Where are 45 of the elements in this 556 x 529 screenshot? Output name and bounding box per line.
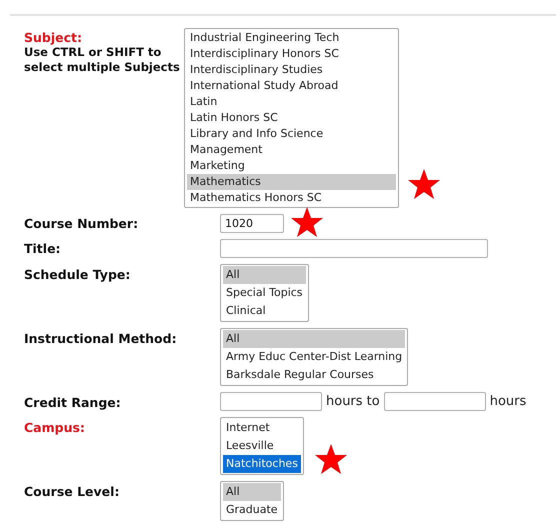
- field-label: Campus:: [24, 419, 86, 435]
- list-option[interactable]: Library and Info Science: [187, 126, 396, 142]
- field-label: Course Number:: [24, 215, 140, 231]
- field-label: Instructional Method:: [24, 330, 178, 346]
- list-option[interactable]: Graduate: [223, 501, 281, 519]
- list-option[interactable]: Latin Honors SC: [187, 110, 396, 126]
- list-option[interactable]: Internet: [223, 419, 301, 437]
- input-field[interactable]: [384, 392, 486, 411]
- field-label: Credit Range:: [24, 394, 122, 410]
- list-option[interactable]: Interdisciplinary Honors SC: [187, 46, 396, 62]
- list-option[interactable]: Management: [187, 142, 396, 158]
- list-option[interactable]: Leesville: [223, 437, 301, 455]
- field-label: Subject:: [24, 29, 83, 45]
- star-icon: [314, 443, 348, 475]
- list-option[interactable]: Natchitoches: [223, 455, 301, 473]
- star-icon: [290, 206, 324, 238]
- list-option[interactable]: Army Educ Center-Dist Learning: [223, 348, 406, 366]
- star-icon: [407, 168, 441, 200]
- list-option[interactable]: Interdisciplinary Studies: [187, 62, 396, 78]
- field-label: Title:: [24, 240, 62, 256]
- list-option[interactable]: International Study Abroad: [187, 78, 396, 94]
- list-box[interactable]: Internet Leesville Natchitoches: [220, 417, 304, 475]
- field-label: Schedule Type:: [24, 266, 132, 282]
- input-field[interactable]: [220, 392, 322, 411]
- unit-label: hours: [488, 394, 528, 409]
- list-option[interactable]: Special Topics: [223, 284, 306, 302]
- list-option[interactable]: Clinical: [223, 302, 306, 320]
- list-box[interactable]: All Army Educ Center-Dist Learning Barksdale Regular Courses: [220, 328, 408, 386]
- list-option[interactable]: All: [223, 483, 281, 501]
- range-separator: hours to: [325, 394, 381, 409]
- list-option[interactable]: Marketing: [187, 158, 396, 174]
- list-option[interactable]: Mathematics Honors SC: [187, 190, 396, 206]
- list-option[interactable]: All: [223, 330, 406, 348]
- text-field[interactable]: 1020: [220, 214, 284, 233]
- list-box[interactable]: All Graduate: [220, 481, 284, 521]
- list-box[interactable]: [184, 28, 399, 208]
- list-option[interactable]: All: [223, 266, 306, 284]
- field-label: Course Level:: [24, 483, 120, 499]
- list-option[interactable]: Barksdale Regular Courses: [223, 366, 406, 384]
- hint-text: Use CTRL or SHIFT to select multiple Subjects: [24, 45, 181, 75]
- text-field[interactable]: [220, 239, 488, 258]
- list-option[interactable]: Mathematics: [187, 174, 396, 190]
- list-box[interactable]: All Special Topics Clinical: [220, 264, 309, 322]
- list-option[interactable]: Latin: [187, 94, 396, 110]
- list-option[interactable]: Industrial Engineering Tech: [187, 30, 396, 46]
